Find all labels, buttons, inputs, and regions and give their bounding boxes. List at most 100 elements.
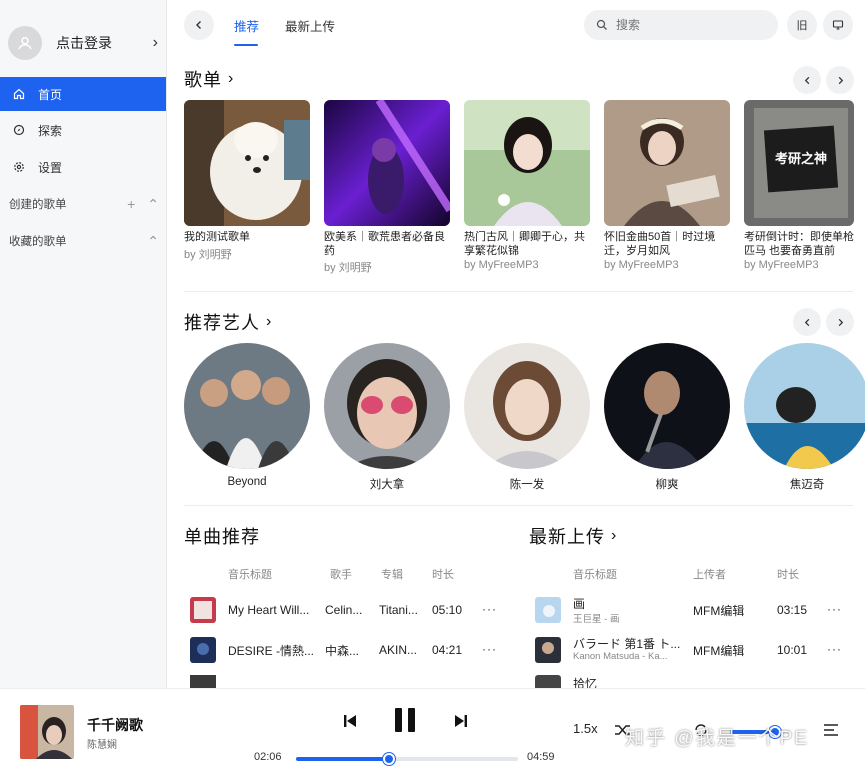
artist-avatar[interactable] — [604, 343, 730, 469]
song-title[interactable]: 画 — [573, 595, 585, 612]
previous-button[interactable] — [340, 711, 360, 731]
playlist-name[interactable]: 考研倒计时：即使单枪匹马 也要奋勇直前 — [744, 231, 854, 258]
desktop-button[interactable] — [823, 10, 853, 40]
song-title[interactable]: バラード 第1番 ト... — [573, 635, 683, 652]
chevron-right-icon[interactable]: › — [228, 70, 234, 88]
playlist-card[interactable]: 考研之神 考研倒计时：即使单枪匹马 也要奋勇直前 by MyFreeMP3 — [744, 100, 854, 271]
playlist-name[interactable]: 我的测试歌单 — [184, 231, 310, 245]
playlists-next-button[interactable] — [826, 66, 854, 94]
artist-name[interactable]: 陈一发 — [464, 476, 590, 492]
artist-name[interactable]: Beyond — [184, 476, 310, 488]
chevron-right-icon — [838, 318, 843, 326]
song-album[interactable]: Titani... — [379, 603, 421, 617]
song-uploader[interactable]: MFM编辑 — [693, 642, 744, 659]
song-uploader[interactable]: MFM编辑 — [693, 602, 744, 619]
song-artist[interactable]: 中森... — [325, 642, 367, 659]
artists-next-button[interactable] — [826, 308, 854, 336]
repeat-button[interactable] — [690, 720, 712, 740]
avatar[interactable] — [8, 26, 42, 60]
tab-latest-upload[interactable]: 最新上传 — [285, 16, 335, 35]
artist-card[interactable]: Beyond — [184, 343, 310, 488]
more-icon[interactable]: ··· — [482, 602, 497, 616]
shuffle-button[interactable] — [612, 720, 634, 740]
created-playlists-section[interactable]: 创建的歌单 + ⌃ — [9, 194, 159, 214]
artist-name[interactable]: 刘大拿 — [324, 476, 450, 492]
chevron-right-icon[interactable]: › — [611, 527, 617, 545]
gear-icon — [12, 160, 26, 174]
playlist-cover[interactable] — [604, 100, 730, 226]
player-bar: 千千阙歌 陈慧娴 02:06 04:59 1.5x 知乎 @我是一个PE — [0, 688, 865, 769]
artist-card[interactable]: 陈一发 — [464, 343, 590, 492]
playlist-queue-button[interactable] — [820, 720, 842, 740]
playlist-card[interactable]: 怀旧金曲50首｜时过境迁，岁月如风 by MyFreeMP3 — [604, 100, 730, 271]
artist-card[interactable]: 柳爽 — [604, 343, 730, 492]
table-row-partial[interactable] — [190, 675, 510, 688]
playlist-cover[interactable] — [464, 100, 590, 226]
playlist-name[interactable]: 怀旧金曲50首｜时过境迁，岁月如风 — [604, 231, 730, 258]
playlist-card[interactable]: 欧美系｜歌荒患者必备良药 by 刘明野 — [324, 100, 450, 275]
more-icon[interactable]: ··· — [827, 642, 842, 656]
playlists-heading[interactable]: 歌单 › — [184, 66, 234, 92]
volume-handle[interactable] — [769, 726, 781, 738]
playlist-name[interactable]: 欧美系｜歌荒患者必备良药 — [324, 231, 450, 258]
artist-card[interactable]: 刘大拿 — [324, 343, 450, 492]
more-icon[interactable]: ··· — [827, 602, 842, 616]
chevron-up-icon[interactable]: ⌃ — [147, 196, 159, 213]
chevron-right-icon[interactable]: › — [266, 313, 272, 331]
back-button[interactable] — [184, 10, 214, 40]
song-title[interactable]: 拾忆 — [573, 675, 597, 688]
playlist-cover[interactable] — [184, 100, 310, 226]
latest-heading[interactable]: 最新上传 › — [529, 523, 617, 549]
song-artist[interactable]: Celin... — [325, 603, 367, 617]
sidebar-item-settings[interactable]: 设置 — [0, 150, 166, 184]
old-version-button[interactable]: 旧 — [787, 10, 817, 40]
playlist-card[interactable]: 我的测试歌单 by 刘明野 — [184, 100, 310, 262]
next-button[interactable] — [451, 711, 471, 731]
playlist-name[interactable]: 热门古风｜卿卿于心，共享繁花似锦 — [464, 231, 590, 258]
artist-avatar[interactable] — [464, 343, 590, 469]
song-album[interactable]: AKIN... — [379, 643, 421, 657]
artist-card[interactable]: 焦迈奇 — [744, 343, 865, 492]
progress-handle[interactable] — [383, 753, 396, 765]
table-row-partial[interactable]: 拾忆 — [535, 675, 855, 688]
table-row[interactable]: DESIRE -情熱... 中森... AKIN... 04:21 ··· — [190, 635, 510, 665]
song-title[interactable]: DESIRE -情熱... — [228, 642, 318, 659]
search-input[interactable] — [616, 18, 756, 32]
table-row[interactable]: バラード 第1番 ト... Kanon Matsuda - Ka... MFM编… — [535, 635, 855, 665]
chevron-right-icon[interactable]: › — [153, 34, 158, 52]
pause-button[interactable] — [390, 705, 420, 735]
table-row[interactable]: 画 王巨星 - 画 MFM编辑 03:15 ··· — [535, 595, 855, 625]
watermark: 知乎 @我是一个PE — [625, 728, 809, 749]
chevron-up-icon[interactable]: ⌃ — [147, 233, 159, 250]
now-playing-artist[interactable]: 陈慧娴 — [87, 736, 117, 751]
plus-icon[interactable]: + — [127, 196, 135, 212]
sidebar-item-home[interactable]: 首页 — [0, 77, 166, 111]
artist-name[interactable]: 焦迈奇 — [744, 476, 865, 492]
artist-name[interactable]: 柳爽 — [604, 476, 730, 492]
artist-avatar[interactable] — [324, 343, 450, 469]
song-title[interactable]: My Heart Will... — [228, 603, 318, 617]
artists-heading[interactable]: 推荐艺人 › — [184, 309, 272, 335]
collected-playlists-section[interactable]: 收藏的歌单 ⌃ — [9, 231, 159, 251]
now-playing-title[interactable]: 千千阙歌 — [87, 715, 143, 735]
tab-recommend[interactable]: 推荐 — [234, 16, 259, 35]
playlist-cover[interactable]: 考研之神 — [744, 100, 854, 226]
playlist-card[interactable]: 热门古风｜卿卿于心，共享繁花似锦 by MyFreeMP3 — [464, 100, 590, 271]
playlists-prev-button[interactable] — [793, 66, 821, 94]
playlist-cover[interactable] — [324, 100, 450, 226]
artist-avatar[interactable] — [744, 343, 865, 469]
login-label[interactable]: 点击登录 — [56, 33, 153, 53]
artists-prev-button[interactable] — [793, 308, 821, 336]
sidebar-item-explore[interactable]: 探索 — [0, 113, 166, 147]
playback-speed-button[interactable]: 1.5x — [573, 721, 598, 736]
column-header-title: 音乐标题 — [228, 569, 272, 581]
artist-avatar[interactable] — [184, 343, 310, 469]
section-title: 歌单 — [184, 70, 222, 90]
volume-slider[interactable] — [730, 726, 790, 738]
search-box[interactable] — [584, 10, 778, 40]
more-icon[interactable]: ··· — [482, 642, 497, 656]
table-row[interactable]: My Heart Will... Celin... Titani... 05:1… — [190, 595, 510, 625]
login-entry[interactable]: 点击登录 › — [8, 24, 158, 62]
progress-bar[interactable] — [296, 753, 518, 765]
now-playing-cover[interactable] — [20, 705, 74, 759]
